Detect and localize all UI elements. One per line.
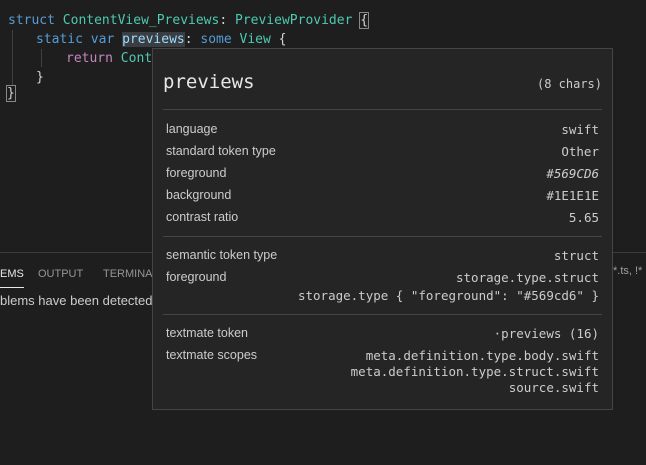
hover-value: source.swift — [508, 380, 599, 395]
hover-key: background — [166, 188, 232, 202]
hover-value: storage.type.struct — [456, 270, 599, 285]
code-line-1[interactable]: struct ContentView_Previews: PreviewProv… — [8, 11, 370, 30]
hover-key: standard token type — [166, 144, 276, 158]
hover-key: contrast ratio — [166, 210, 239, 224]
hover-value: #1E1E1E — [546, 188, 599, 203]
hover-key: language — [166, 122, 218, 136]
hover-token-title: previews — [163, 71, 255, 93]
problems-filter-input[interactable]: *.ts, !* — [613, 265, 642, 277]
keyword-struct: struct — [8, 13, 55, 28]
close-brace: } — [36, 70, 44, 85]
hover-value: Other — [561, 144, 599, 159]
indent-guide — [12, 30, 13, 86]
hover-value: ·previews (16) — [493, 326, 599, 341]
code-line-2[interactable]: static var previews: some View { — [36, 30, 287, 49]
struct-name: ContentView_Previews — [62, 13, 220, 28]
hover-divider — [163, 314, 602, 315]
keyword-var: var — [90, 32, 115, 47]
indent-guide — [41, 49, 42, 67]
hover-row-semantic-foreground: foreground storage.type.struct — [166, 270, 599, 286]
token-inspector-hover: previews (8 chars) language swift standa… — [152, 48, 613, 410]
hover-row-foreground: foreground #569CD6 — [166, 166, 599, 182]
tab-output[interactable]: OUTPUT — [38, 261, 83, 287]
hover-value: struct — [553, 248, 599, 263]
hover-row-contrast-ratio: contrast ratio 5.65 — [166, 210, 599, 226]
open-brace: { — [270, 32, 287, 47]
colon: : — [184, 32, 201, 47]
hover-row-standard-token-type: standard token type Other — [166, 144, 599, 160]
hover-row-language: language swift — [166, 122, 599, 138]
hover-key: foreground — [166, 270, 227, 284]
hover-key: foreground — [166, 166, 227, 180]
code-line-3[interactable]: return Conte — [66, 49, 160, 68]
hover-row-textmate-scope-3: source.swift — [166, 380, 599, 396]
protocol-name: PreviewProvider — [235, 13, 353, 28]
hover-divider — [163, 109, 602, 110]
hover-key: textmate scopes — [166, 348, 258, 362]
hover-key: textmate token — [166, 326, 248, 340]
hover-value: storage.type { "foreground": "#569cd6" } — [297, 288, 599, 303]
type-view: View — [239, 32, 271, 47]
hover-divider — [163, 236, 602, 237]
hover-value: meta.definition.type.body.swift — [365, 348, 599, 363]
hover-char-count: (8 chars) — [536, 77, 602, 91]
keyword-static: static — [36, 32, 83, 47]
open-brace: { — [359, 12, 370, 29]
keyword-return: return — [66, 51, 113, 66]
hover-row-textmate-scopes: textmate scopes meta.definition.type.bod… — [166, 348, 599, 364]
code-line-4[interactable]: } — [36, 68, 44, 87]
hover-value: swift — [561, 122, 599, 137]
keyword-some: some — [200, 32, 232, 47]
colon: : — [219, 13, 235, 28]
hover-value: #569CD6 — [546, 166, 599, 181]
tab-terminal[interactable]: TERMINAL — [103, 261, 159, 287]
close-brace: } — [6, 85, 16, 102]
hover-row-background: background #1E1E1E — [166, 188, 599, 204]
hover-row-textmate-scope-2: meta.definition.type.struct.swift — [166, 364, 599, 380]
hovered-token-previews[interactable]: previews — [122, 32, 185, 47]
hover-row-semantic-token-type: semantic token type struct — [166, 248, 599, 264]
hover-row-semantic-foreground-rule: storage.type { "foreground": "#569cd6" } — [166, 288, 599, 304]
hover-key: semantic token type — [166, 248, 278, 262]
tab-problems[interactable]: EMS — [0, 261, 24, 288]
code-line-5[interactable]: } — [6, 84, 16, 103]
hover-row-textmate-token: textmate token ·previews (16) — [166, 326, 599, 342]
hover-value: meta.definition.type.struct.swift — [350, 364, 599, 379]
problems-status-message: blems have been detected — [0, 293, 153, 308]
hover-value: 5.65 — [568, 210, 599, 225]
